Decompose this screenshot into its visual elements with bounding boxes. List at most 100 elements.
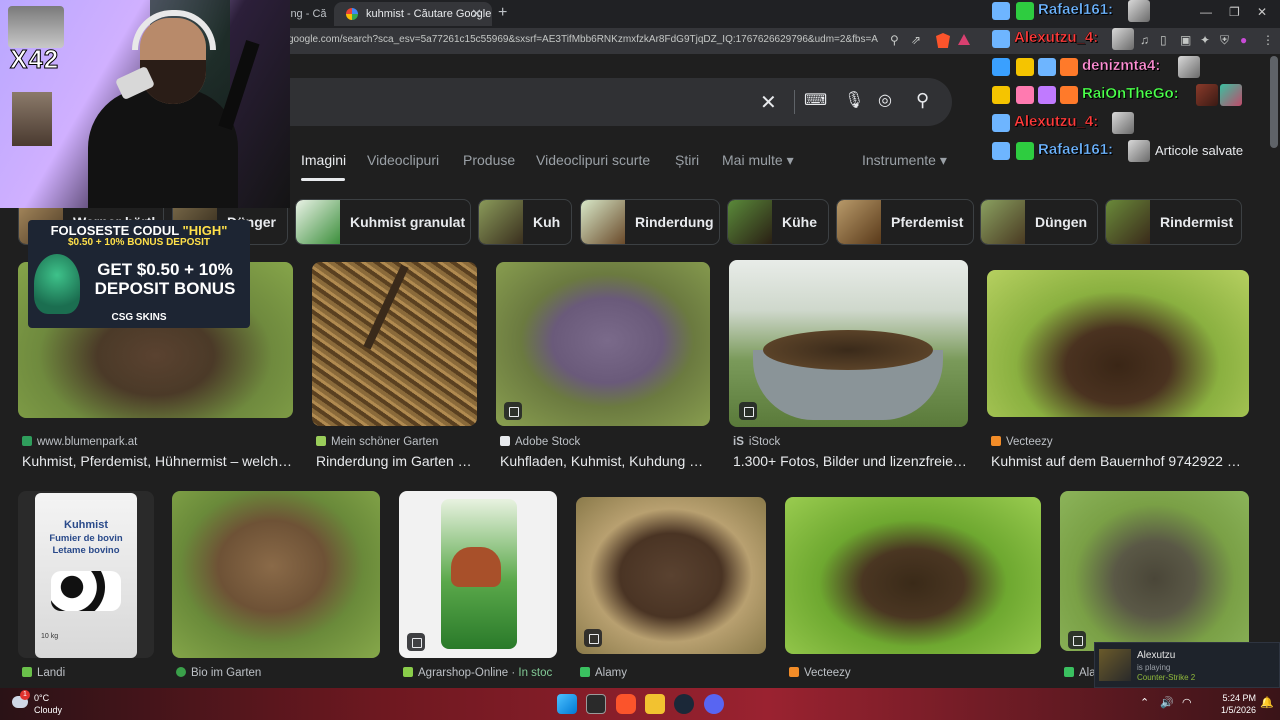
search-icon[interactable]: ⚲ xyxy=(916,90,929,111)
scrollbar[interactable] xyxy=(1270,56,1278,148)
chip-kuhe[interactable]: Kühe xyxy=(727,199,829,245)
bag-image: Kuhmist Fumier de bovin Letame bovino 10… xyxy=(35,493,137,658)
chip-rinderdung[interactable]: Rinderdung xyxy=(580,199,720,245)
result-source-4[interactable]: iS iStock xyxy=(733,436,968,448)
tray-chevron-icon[interactable]: ⌃ xyxy=(1140,696,1149,709)
brave-shields-icon[interactable] xyxy=(936,33,950,48)
google-favicon-icon xyxy=(346,8,358,20)
volume-icon[interactable]: 🔊 xyxy=(1160,696,1174,709)
result-title-3[interactable]: Kuhfladen, Kuhmist, Kuhdung S... xyxy=(500,453,708,469)
tab-images[interactable]: Imagini xyxy=(301,152,346,168)
result-image-8[interactable] xyxy=(399,491,557,658)
zoom-icon[interactable]: ⚲ xyxy=(890,33,899,47)
result-image-10[interactable] xyxy=(785,497,1041,654)
network-icon[interactable]: ◠ xyxy=(1182,696,1192,709)
result-image-4[interactable] xyxy=(729,260,968,427)
close-tab-icon[interactable]: ✕ xyxy=(471,2,482,26)
result-image-3[interactable] xyxy=(496,262,710,426)
result-source-10[interactable]: Vecteezy xyxy=(789,667,1029,679)
result-source-1[interactable]: www.blumenpark.at xyxy=(22,436,292,448)
badge-icon xyxy=(1038,58,1056,76)
tools-button[interactable]: Instrumente ▾ xyxy=(862,152,947,169)
result-image-7[interactable] xyxy=(172,491,380,658)
tab-active[interactable]: kuhmist - Căutare Google ✕ xyxy=(334,2,492,26)
notification-bell-icon[interactable]: 🔔 xyxy=(1260,696,1274,709)
close-window-icon[interactable]: ✕ xyxy=(1257,5,1267,19)
result-title-5[interactable]: Kuhmist auf dem Bauernhof 9742922 St... xyxy=(991,453,1249,469)
image-badge-icon xyxy=(407,633,425,651)
result-image-9[interactable] xyxy=(576,497,766,654)
badge-icon xyxy=(992,114,1010,132)
url-text[interactable]: google.com/search?sca_esv=5a77261c15c559… xyxy=(288,34,878,45)
chat-overlay: Rafael161: Alexutzu_4: denizmta4: RaiOnT… xyxy=(990,0,1250,200)
result-source-3[interactable]: Adobe Stock xyxy=(500,436,710,448)
brave-app-icon[interactable] xyxy=(616,694,636,714)
voice-search-icon[interactable]: 🎙 xyxy=(844,90,864,110)
discord-app-icon[interactable] xyxy=(704,694,724,714)
chip-pferdemist[interactable]: Pferdemist xyxy=(836,199,974,245)
menu-icon[interactable]: ⋮ xyxy=(1262,33,1274,47)
badge-icon xyxy=(992,2,1010,20)
steam-username: Alexutzu xyxy=(1137,650,1176,661)
new-tab-icon[interactable]: + xyxy=(498,4,507,22)
result-image-6[interactable]: Kuhmist Fumier de bovin Letame bovino 10… xyxy=(18,491,154,658)
result-image-5[interactable] xyxy=(987,270,1249,417)
badge-icon xyxy=(992,30,1010,48)
steam-notification[interactable]: Alexutzu is playing Counter-Strike 2 xyxy=(1094,642,1280,688)
result-source-11[interactable]: Ala xyxy=(1064,667,1094,679)
multiplier-counter: X42 xyxy=(9,44,60,75)
file-explorer-icon[interactable] xyxy=(645,694,665,714)
steam-game: Counter-Strike 2 xyxy=(1137,673,1196,682)
result-source-8[interactable]: Agrarshop-Online · În stoc xyxy=(403,667,573,679)
notification-badge: 1 xyxy=(20,690,30,700)
weather-temp[interactable]: 0°C xyxy=(34,693,49,703)
result-title-2[interactable]: Rinderdung im Garten ri... xyxy=(316,453,476,469)
clear-search-icon[interactable]: ✕ xyxy=(760,90,777,115)
result-title-4[interactable]: 1.300+ Fotos, Bilder und lizenzfreie ... xyxy=(733,453,968,469)
brave-rewards-icon[interactable] xyxy=(958,34,970,45)
result-source-6[interactable]: Landi xyxy=(22,667,152,679)
active-tab-indicator xyxy=(301,178,345,181)
image-badge-icon xyxy=(1068,631,1086,649)
result-image-11[interactable] xyxy=(1060,491,1249,651)
result-source-2[interactable]: Mein schöner Garten xyxy=(316,436,486,448)
result-image-2[interactable] xyxy=(312,262,477,426)
tab-news[interactable]: Știri xyxy=(675,152,699,168)
chip-kuh[interactable]: Kuh xyxy=(478,199,572,245)
chip-dungen[interactable]: Düngen xyxy=(980,199,1098,245)
start-icon[interactable] xyxy=(557,694,577,714)
image-badge-icon xyxy=(584,629,602,647)
result-title-1[interactable]: Kuhmist, Pferdemist, Hühnermist – welche… xyxy=(22,453,294,469)
sub-badge-icon xyxy=(1016,142,1034,160)
chat-username: Alexutzu_4: xyxy=(1014,113,1099,130)
result-source-7[interactable]: Bio im Garten xyxy=(176,667,376,679)
in-stock-label: În stoc xyxy=(518,667,553,679)
search-input[interactable]: ✕ ⌨ 🎙 ◎ ⚲ xyxy=(250,78,952,126)
sub-badge-icon xyxy=(1016,2,1034,20)
steam-app-icon[interactable] xyxy=(674,694,694,714)
keyboard-icon[interactable]: ⌨ xyxy=(804,90,827,110)
badge-icon xyxy=(1060,86,1078,104)
webcam-overlay: X42 xyxy=(0,0,290,208)
image-badge-icon xyxy=(504,402,522,420)
lens-icon[interactable]: ◎ xyxy=(878,90,892,110)
clock-date[interactable]: 1/5/2026 xyxy=(1212,705,1256,715)
tab-videos[interactable]: Videoclipuri xyxy=(367,152,439,168)
crown-badge-icon xyxy=(992,86,1010,104)
result-source-5[interactable]: Vecteezy xyxy=(991,436,1249,448)
tab-products[interactable]: Produse xyxy=(463,152,515,168)
result-source-9[interactable]: Alamy xyxy=(580,667,760,679)
chat-username: RaiOnTheGo: xyxy=(1082,85,1179,102)
chip-rindermist[interactable]: Rindermist xyxy=(1105,199,1242,245)
chip-kuhmist-granulat[interactable]: Kuhmist granulat xyxy=(295,199,471,245)
image-badge-icon xyxy=(739,402,757,420)
tab-previous[interactable]: ing - Că xyxy=(288,2,334,26)
share-icon[interactable]: ⇗ xyxy=(911,33,921,47)
task-view-icon[interactable] xyxy=(586,694,606,714)
weather-desc[interactable]: Cloudy xyxy=(34,705,62,715)
tab-more[interactable]: Mai multe ▾ xyxy=(722,152,794,169)
badge-icon xyxy=(1016,86,1034,104)
tab-short-videos[interactable]: Videoclipuri scurte xyxy=(536,152,650,168)
emote-icon xyxy=(1112,28,1134,50)
clock-time[interactable]: 5:24 PM xyxy=(1218,693,1256,703)
